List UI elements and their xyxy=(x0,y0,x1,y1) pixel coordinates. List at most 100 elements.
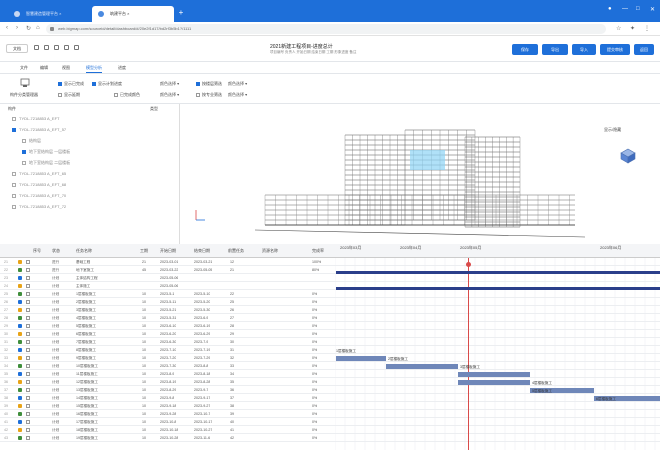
tree-node-checkbox[interactable] xyxy=(12,127,16,132)
tree-node[interactable]: TYDL-7218853 A_EFT xyxy=(12,116,59,121)
table-row[interactable]: 41 计划 17层楼板施工 10 2023-10-8 2023-10-17 40 0% xyxy=(0,418,660,426)
gantt-bar[interactable] xyxy=(336,356,386,361)
tree-node-checkbox[interactable] xyxy=(22,138,26,143)
return-button[interactable]: 返回 xyxy=(634,44,654,55)
tree-node-checkbox[interactable] xyxy=(12,204,16,209)
table-row[interactable]: 29 计划 5层楼板施工 10 2023-6-10 2023-6-19 28 0% xyxy=(0,322,660,330)
table-row[interactable]: 39 计划 15层楼板施工 10 2023-9-18 2023-9-27 38 0% xyxy=(0,402,660,410)
tree-node[interactable]: 地下室结构层 二层楼板 xyxy=(22,160,70,166)
menu-icon[interactable]: ⋮ xyxy=(644,25,650,32)
table-row[interactable]: 28 计划 4层楼板施工 10 2023-5-31 2023-6-9 27 0% xyxy=(0,314,660,322)
submit-review-button[interactable]: 提交审核 xyxy=(600,44,630,55)
gantt-bar[interactable] xyxy=(458,372,530,377)
tab-schedule[interactable]: 进度 xyxy=(118,65,126,71)
row-checkbox[interactable] xyxy=(26,388,30,392)
maximize-icon[interactable]: □ xyxy=(636,6,640,12)
redo-icon[interactable] xyxy=(44,45,49,50)
tree-node[interactable]: 结构层 xyxy=(22,138,41,144)
row-checkbox[interactable] xyxy=(26,276,30,280)
show-completed-checkbox[interactable] xyxy=(58,82,62,86)
table-row[interactable]: 30 计划 6层楼板施工 10 2023-6-20 2023-6-29 29 0% xyxy=(0,330,660,338)
row-checkbox[interactable] xyxy=(26,332,30,336)
completed-color-checkbox[interactable] xyxy=(114,93,118,97)
tree-node[interactable]: TYDL-7218853 A_EFT_72 xyxy=(12,204,66,209)
row-checkbox[interactable] xyxy=(26,380,30,384)
table-row[interactable]: 38 计划 14层楼板施工 10 2023-9-8 2023-9-17 37 0% xyxy=(0,394,660,402)
row-checkbox[interactable] xyxy=(26,284,30,288)
table-row[interactable]: 40 计划 16层楼板施工 10 2023-9-28 2023-10-7 39 0% xyxy=(0,410,660,418)
tree-node[interactable]: TYDL-7218853 A_EFT_68 xyxy=(12,182,66,187)
gantt-bar[interactable] xyxy=(336,287,660,290)
table-row[interactable]: 43 计划 19层楼板施工 10 2023-10-28 2023-11-6 42 0% xyxy=(0,434,660,442)
tree-node-checkbox[interactable] xyxy=(22,149,26,154)
row-checkbox[interactable] xyxy=(26,260,30,264)
row-checkbox[interactable] xyxy=(26,292,30,296)
gantt-bar[interactable] xyxy=(386,364,458,369)
home-icon[interactable]: ⌂ xyxy=(36,25,40,31)
back-icon[interactable]: ‹ xyxy=(6,25,8,31)
table-row[interactable]: 31 计划 7层楼板施工 10 2023-6-30 2023-7-9 30 0% xyxy=(0,338,660,346)
show-plan-checkbox[interactable] xyxy=(92,82,96,86)
row-checkbox[interactable] xyxy=(26,340,30,344)
table-row[interactable]: 35 计划 11层楼板施工 10 2023-8-9 2023-8-18 34 0% xyxy=(0,370,660,378)
table-row[interactable]: 42 计划 18层楼板施工 10 2023-10-18 2023-10-27 41 0% xyxy=(0,426,660,434)
minimize-icon[interactable]: — xyxy=(622,6,628,12)
row-checkbox[interactable] xyxy=(26,396,30,400)
tree-node[interactable]: TYDL-7218853 A_EFT_65 xyxy=(12,171,66,176)
row-checkbox[interactable] xyxy=(26,356,30,360)
row-checkbox[interactable] xyxy=(26,300,30,304)
discipline-filter-checkbox[interactable] xyxy=(196,93,200,97)
table-row[interactable]: 23 计划 主体结构工程 2023-05-06 xyxy=(0,274,660,282)
table-row[interactable]: 32 计划 8层楼板施工 10 2023-7-10 2023-7-19 31 0% xyxy=(0,346,660,354)
table-row[interactable]: 21 进行 基础工程 21 2023-03-01 2023-03-21 12 100% xyxy=(0,258,660,266)
tree-node-checkbox[interactable] xyxy=(12,116,16,121)
print-icon[interactable] xyxy=(64,45,69,50)
table-row[interactable]: 33 计划 9层楼板施工 10 2023-7-20 2023-7-29 32 0% xyxy=(0,354,660,362)
row-checkbox[interactable] xyxy=(26,364,30,368)
row-checkbox[interactable] xyxy=(26,420,30,424)
undo-icon[interactable] xyxy=(34,45,39,50)
row-checkbox[interactable] xyxy=(26,268,30,272)
profile-icon[interactable]: ● xyxy=(608,6,612,12)
row-checkbox[interactable] xyxy=(26,308,30,312)
browser-tab-1[interactable]: 智慧建造管理平台 × xyxy=(8,6,88,22)
browser-tab-2[interactable]: 筑建平台 × xyxy=(92,6,174,22)
table-row[interactable]: 36 计划 12层楼板施工 10 2023-8-19 2023-8-28 35 0% xyxy=(0,378,660,386)
view-toggle-label[interactable]: 显示/隐藏 xyxy=(604,127,621,133)
new-tab-icon[interactable]: + xyxy=(176,8,186,18)
color-select-3[interactable]: 颜色选择 ▾ xyxy=(228,81,247,87)
color-select-1[interactable]: 颜色选择 ▾ xyxy=(160,81,179,87)
table-row[interactable]: 26 计划 2层楼板施工 10 2023-5-11 2023-5-20 25 0% xyxy=(0,298,660,306)
save-icon[interactable] xyxy=(54,45,59,50)
tab-model-analysis[interactable]: 模型分析 xyxy=(86,65,102,73)
row-checkbox[interactable] xyxy=(26,348,30,352)
row-checkbox[interactable] xyxy=(26,372,30,376)
tab-edit[interactable]: 编辑 xyxy=(40,65,48,71)
table-row[interactable]: 27 计划 3层楼板施工 10 2023-5-21 2023-5-30 26 0% xyxy=(0,306,660,314)
tree-node[interactable]: TYDL-7218853 A_EFT_57 xyxy=(12,127,66,132)
table-row[interactable]: 34 计划 10层楼板施工 10 2023-7-30 2023-8-8 33 0% xyxy=(0,362,660,370)
color-select-2[interactable]: 颜色选择 ▾ xyxy=(160,92,179,98)
import-button[interactable]: 导入 xyxy=(572,44,596,55)
share-icon[interactable] xyxy=(74,45,79,50)
tree-node-checkbox[interactable] xyxy=(12,193,16,198)
gantt-bar[interactable] xyxy=(458,380,530,385)
row-checkbox[interactable] xyxy=(26,436,30,440)
tree-node[interactable]: 地下室结构层 一层楼板 xyxy=(22,149,70,155)
gantt-bar[interactable] xyxy=(336,271,660,274)
forward-icon[interactable]: › xyxy=(16,25,18,31)
row-checkbox[interactable] xyxy=(26,404,30,408)
row-checkbox[interactable] xyxy=(26,316,30,320)
extensions-icon[interactable]: ✦ xyxy=(630,25,635,32)
view-cube-icon[interactable] xyxy=(620,148,636,164)
tree-node-checkbox[interactable] xyxy=(12,182,16,187)
tab-file[interactable]: 文件 xyxy=(20,65,28,71)
url-input[interactable]: web.bigmap.com/sourceid/detail/dashboard… xyxy=(46,24,606,34)
row-checkbox[interactable] xyxy=(26,324,30,328)
color-select-4[interactable]: 颜色选择 ▾ xyxy=(228,92,247,98)
save-button[interactable]: 保存 xyxy=(512,44,538,55)
doc-button[interactable]: 文档 xyxy=(6,44,28,53)
show-delayed-checkbox[interactable] xyxy=(58,93,62,97)
floor-filter-checkbox[interactable] xyxy=(196,82,200,86)
component-manager-icon[interactable] xyxy=(20,78,30,88)
